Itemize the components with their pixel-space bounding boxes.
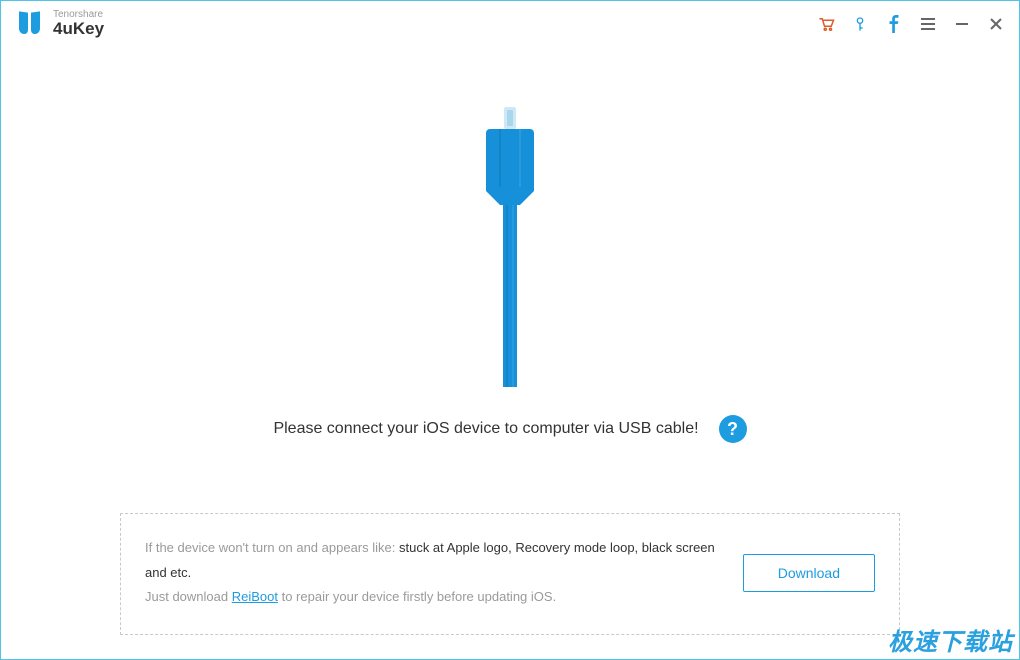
main-content: Please connect your iOS device to comput… xyxy=(1,47,1019,635)
usb-cable-illustration xyxy=(51,107,969,387)
app-logo-icon xyxy=(19,10,43,38)
cart-icon[interactable] xyxy=(817,14,835,34)
hint-text: If the device won't turn on and appears … xyxy=(145,536,719,610)
help-button[interactable]: ? xyxy=(719,415,747,443)
facebook-icon[interactable] xyxy=(885,14,903,34)
hint-line2-pre: Just download xyxy=(145,589,232,604)
product-name: 4uKey xyxy=(53,20,104,39)
menu-icon[interactable] xyxy=(919,14,937,34)
download-button[interactable]: Download xyxy=(743,554,875,592)
brand-text: Tenorshare 4uKey xyxy=(53,10,104,39)
titlebar-buttons xyxy=(817,14,1005,34)
hint-line2-post: to repair your device firstly before upd… xyxy=(278,589,556,604)
brand: Tenorshare 4uKey xyxy=(19,10,104,39)
close-button[interactable] xyxy=(987,14,1005,34)
key-icon[interactable] xyxy=(851,14,869,34)
prompt-line: Please connect your iOS device to comput… xyxy=(51,415,969,443)
reiboot-link[interactable]: ReiBoot xyxy=(232,589,278,604)
connect-prompt: Please connect your iOS device to comput… xyxy=(273,420,698,438)
watermark: 极速下载站 xyxy=(888,622,1013,657)
minimize-button[interactable] xyxy=(953,14,971,34)
titlebar: Tenorshare 4uKey xyxy=(1,1,1019,47)
hint-line1-gray: If the device won't turn on and appears … xyxy=(145,540,395,555)
hint-box: If the device won't turn on and appears … xyxy=(120,513,900,635)
